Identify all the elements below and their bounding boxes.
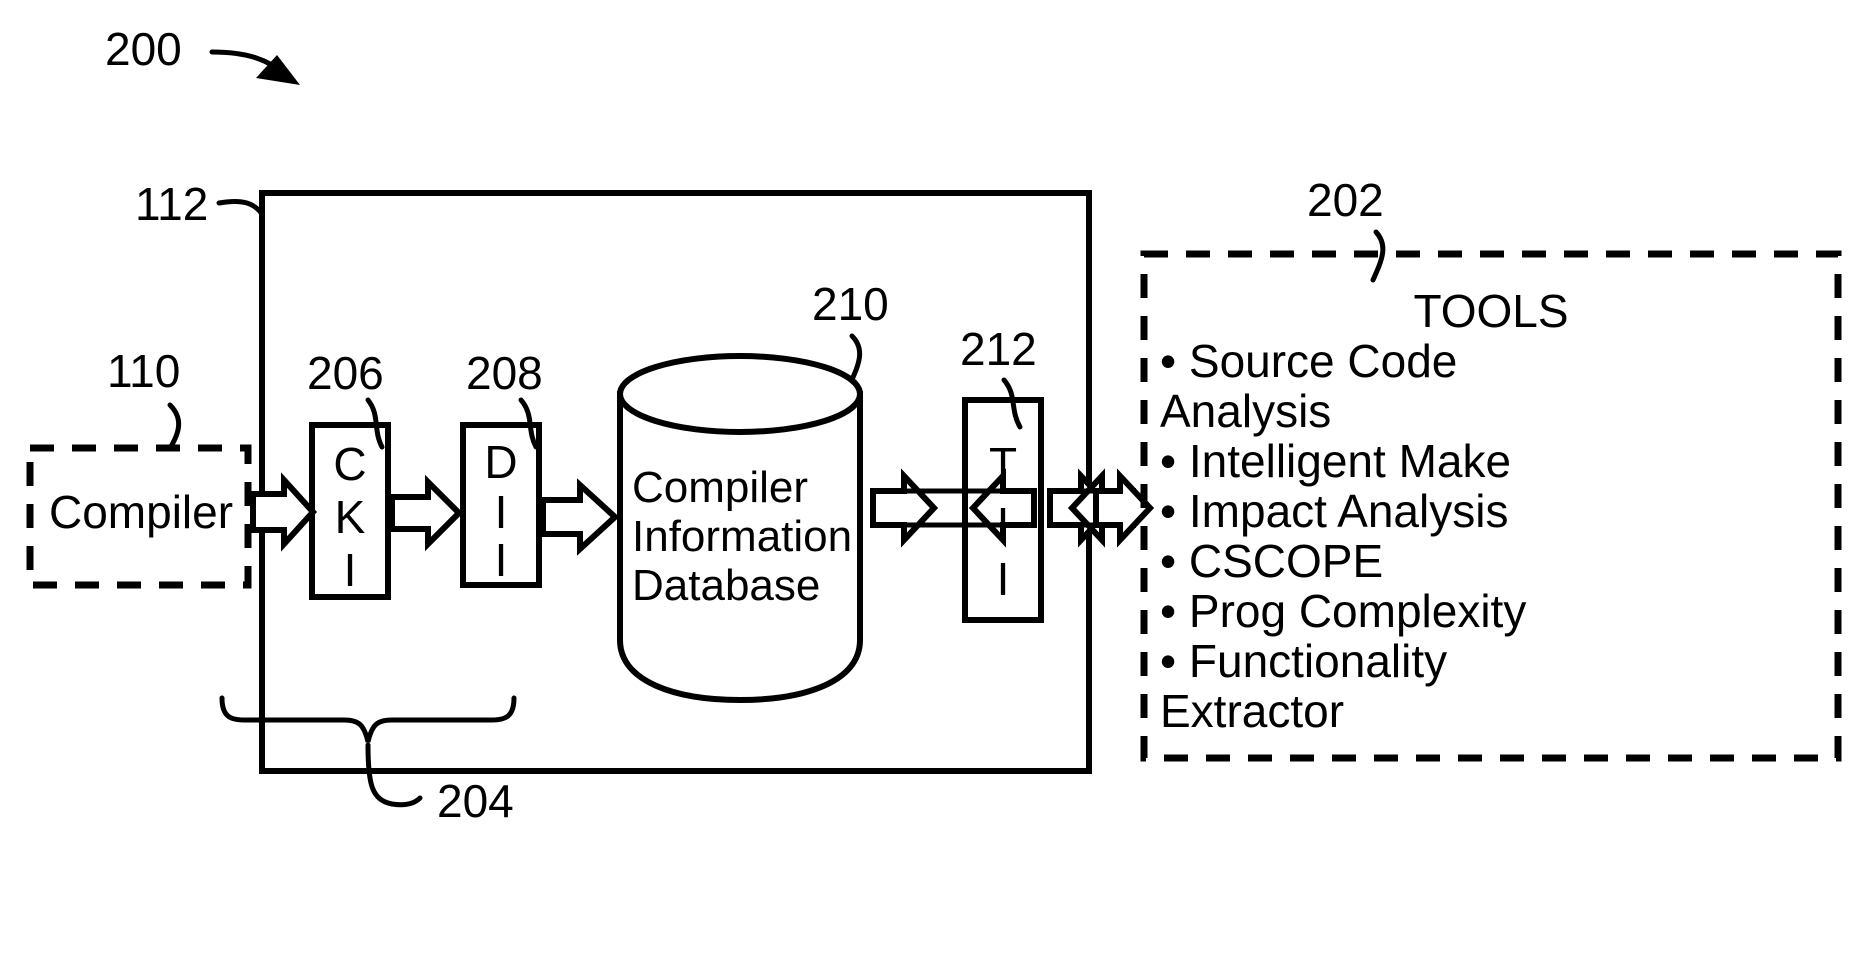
ref-210-label: 210 <box>812 278 889 330</box>
database-line-3: Database <box>632 561 820 610</box>
dii-letter-i1: I <box>495 486 508 538</box>
dii-letter-i2: I <box>495 534 508 586</box>
tii-letter-i1: I <box>997 498 1010 550</box>
database-line-2: Information <box>632 512 852 561</box>
ref-202-label: 202 <box>1307 174 1384 226</box>
ref-212-label: 212 <box>960 323 1037 375</box>
ref-112-leader <box>216 198 265 217</box>
tools-line-5: • CSCOPE <box>1160 535 1383 587</box>
tii-letter-i2: I <box>997 553 1010 605</box>
tools-line-1: • Source Code <box>1160 335 1457 387</box>
tools-line-3: • Intelligent Make <box>1160 435 1511 487</box>
arrow-cki-to-dii <box>389 474 464 552</box>
cki-letter-k: K <box>335 491 366 543</box>
ref-208-label: 208 <box>466 347 543 399</box>
ref-206-label: 206 <box>307 347 384 399</box>
arrow-database-to-tii-right <box>870 468 939 548</box>
ref-204-leader <box>365 742 423 808</box>
ref-212-leader <box>1001 377 1023 430</box>
database-line-1: Compiler <box>632 463 808 512</box>
ref-112-label: 112 <box>135 178 208 230</box>
patent-figure-200: 200 112 110 Compiler 206 C K I 208 D I I <box>0 0 1875 973</box>
ref-204-label: 204 <box>437 775 514 827</box>
database-cylinder-top-210 <box>617 353 863 435</box>
tools-line-6: • Prog Complexity <box>1160 585 1526 637</box>
cki-letter-c: C <box>333 438 366 490</box>
tools-line-7: • Functionality <box>1160 635 1447 687</box>
figure-number-200: 200 <box>105 23 182 75</box>
compiler-label: Compiler <box>49 486 233 538</box>
tools-line-4: • Impact Analysis <box>1160 485 1508 537</box>
figure-canvas: 200 112 110 Compiler 206 C K I 208 D I I <box>26 23 1842 827</box>
arrow-dii-to-database <box>540 478 620 556</box>
cki-letter-i: I <box>344 544 357 596</box>
tii-letter-t: T <box>989 438 1017 490</box>
tools-line-2: Analysis <box>1160 385 1331 437</box>
dii-letter-d: D <box>484 436 517 488</box>
ref-110-label: 110 <box>107 345 180 397</box>
tools-line-8: Extractor <box>1160 685 1344 737</box>
tools-heading: TOOLS <box>1413 285 1568 337</box>
ref-110-leader <box>167 402 182 451</box>
group-brace-204 <box>219 695 517 743</box>
